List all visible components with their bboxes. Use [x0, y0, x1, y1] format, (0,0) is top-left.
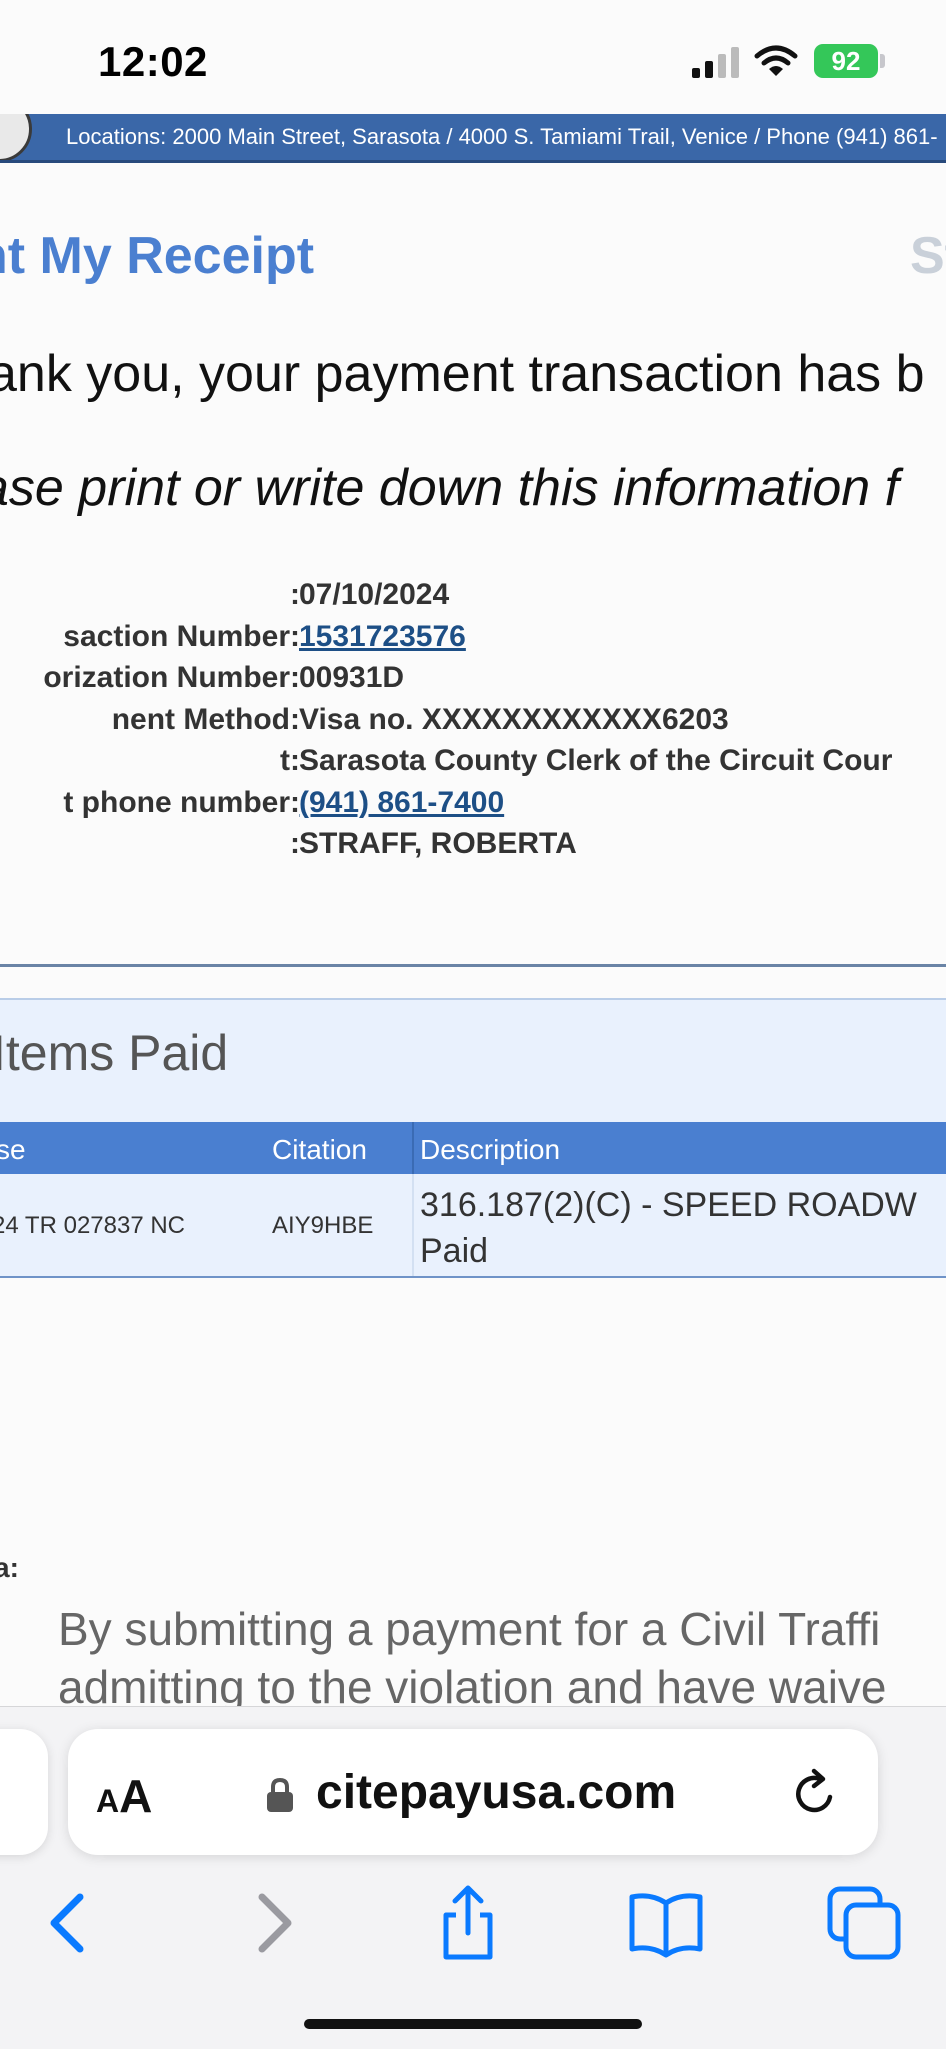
- tabs-icon[interactable]: [824, 1883, 904, 1963]
- battery-indicator: 92: [814, 44, 878, 78]
- detail-row-payment-method: nent Method: Visa no. XXXXXXXXXXXX6203: [0, 703, 946, 745]
- cellular-signal-icon: [692, 47, 739, 78]
- detail-row-date: : 07/10/2024: [0, 578, 946, 620]
- detail-label: orization Number:: [43, 661, 300, 694]
- detail-label: t phone number:: [63, 785, 300, 819]
- print-receipt-link[interactable]: nt My Receipt: [0, 226, 314, 286]
- section-divider: [0, 964, 946, 967]
- reload-icon[interactable]: [790, 1767, 840, 1819]
- column-header-case: se: [0, 1134, 26, 1165]
- battery-nub: [880, 54, 885, 68]
- home-indicator: [304, 2019, 642, 2029]
- column-divider: [412, 1122, 414, 1174]
- book-icon[interactable]: [626, 1883, 706, 1963]
- previous-tab-card[interactable]: [0, 1729, 48, 1855]
- column-header-description: Description: [420, 1134, 561, 1165]
- chevron-right-icon[interactable]: [232, 1883, 312, 1963]
- status-time: 12:02: [98, 38, 208, 85]
- description-text: 316.187(2)(C) - SPEED ROADW: [420, 1186, 917, 1224]
- reader-text-size-button[interactable]: AA: [96, 1769, 152, 1823]
- citation-number: AIY9HBE: [272, 1212, 374, 1239]
- detail-label: saction Number:: [63, 619, 300, 653]
- url-text[interactable]: citepayusa.com: [316, 1765, 676, 1820]
- address-bar[interactable]: AA citepayusa.com: [68, 1729, 878, 1855]
- detail-row-agent: t: Sarasota County Clerk of the Circuit …: [0, 744, 946, 786]
- payment-method: Visa no. XXXXXXXXXXXX6203: [299, 702, 729, 736]
- chevron-left-icon[interactable]: [30, 1883, 110, 1963]
- disclaimer-label: a:: [0, 1552, 19, 1583]
- header-right-link[interactable]: St: [910, 226, 946, 286]
- print-note: ase print or write down this information…: [0, 459, 900, 517]
- payment-status: Paid: [420, 1232, 489, 1270]
- payment-date: 07/10/2024: [299, 578, 450, 611]
- case-number: 24 TR 027837 NC: [0, 1212, 186, 1239]
- lock-icon: [267, 1777, 293, 1812]
- disclaimer-text: By submitting a payment for a Civil Traf…: [58, 1600, 887, 1716]
- transaction-number-link[interactable]: 1531723576: [299, 620, 466, 654]
- status-bar: 12:02 92: [0, 0, 946, 112]
- items-paid-heading: Items Paid: [0, 1025, 229, 1081]
- column-header-citation: Citation: [272, 1134, 367, 1165]
- authorization-number: 00931D: [299, 661, 405, 694]
- wifi-icon: [754, 45, 798, 76]
- browser-toolbar: AA citepayusa.com: [0, 1706, 946, 2049]
- county-seal-logo: [0, 114, 32, 160]
- share-icon[interactable]: [428, 1883, 508, 1963]
- agent-phone-link[interactable]: (941) 861-7400: [299, 786, 504, 820]
- confirmation-message: ank you, your payment transaction has b: [0, 345, 925, 403]
- detail-row-transaction-number: saction Number: 1531723576: [0, 620, 946, 662]
- transaction-details: : 07/10/2024 saction Number: 1531723576 …: [0, 578, 946, 869]
- violation-description: 316.187(2)(C) - SPEED ROADW Paid: [420, 1182, 917, 1274]
- detail-row-agent-phone: t phone number: (941) 861-7400: [0, 786, 946, 828]
- disclaimer-line: By submitting a payment for a Civil Traf…: [58, 1603, 881, 1655]
- site-banner: Locations: 2000 Main Street, Sarasota / …: [0, 114, 946, 163]
- items-paid-panel: Items Paid se Citation Description 24 TR…: [0, 998, 946, 1278]
- detail-label: nent Method:: [111, 702, 300, 736]
- detail-row-authorization-number: orization Number: 00931D: [0, 661, 946, 703]
- table-row: 24 TR 027837 NC AIY9HBE 316.187(2)(C) - …: [0, 1174, 946, 1278]
- payer-name: STRAFF, ROBERTA: [299, 827, 577, 860]
- agent-name: Sarasota County Clerk of the Circuit Cou…: [299, 744, 893, 777]
- detail-label: t:: [280, 744, 300, 777]
- detail-row-payer: : STRAFF, ROBERTA: [0, 827, 946, 869]
- banner-locations-text: Locations: 2000 Main Street, Sarasota / …: [66, 124, 938, 149]
- items-table-header: se Citation Description: [0, 1122, 946, 1174]
- column-divider: [412, 1174, 414, 1276]
